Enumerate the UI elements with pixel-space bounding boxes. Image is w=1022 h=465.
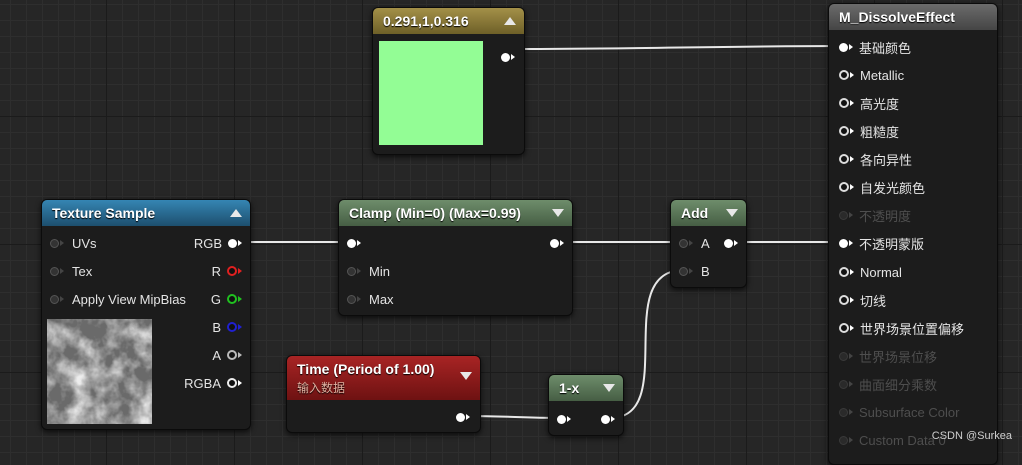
time-node-subtitle: 输入数据 bbox=[297, 381, 346, 395]
watermark: CSDN @Surkea bbox=[931, 430, 1012, 442]
constant-output-pin[interactable] bbox=[501, 47, 515, 67]
pin-label: 粗糙度 bbox=[860, 124, 900, 140]
pin-label: Tex bbox=[72, 263, 93, 279]
pin-apply-view-mipbias[interactable]: Apply View MipBias bbox=[50, 289, 186, 309]
collapse-arrow-icon[interactable] bbox=[230, 209, 242, 217]
constant3vector-node[interactable]: 0.291,1,0.316 bbox=[372, 7, 525, 155]
pin-label: A bbox=[701, 235, 710, 251]
add-node[interactable]: Add A B bbox=[670, 199, 747, 288]
pin-uvs[interactable]: UVs bbox=[50, 233, 97, 253]
input-normal[interactable]: Normal bbox=[839, 262, 902, 282]
collapse-arrow-icon[interactable] bbox=[504, 17, 516, 25]
one-minus-node-title: 1-x bbox=[559, 380, 580, 396]
pin-label: 曲面细分乘数 bbox=[859, 377, 938, 393]
time-node-header[interactable]: Time (Period of 1.00) 输入数据 bbox=[287, 356, 480, 400]
expand-arrow-icon[interactable] bbox=[726, 209, 738, 217]
color-swatch-preview bbox=[379, 41, 483, 145]
pin-max[interactable]: Max bbox=[347, 289, 394, 309]
constant-node-header[interactable]: 0.291,1,0.316 bbox=[373, 8, 524, 34]
pin-label: A bbox=[212, 347, 221, 363]
input-opacity-mask[interactable]: 不透明蒙版 bbox=[839, 233, 924, 253]
texture-sample-node[interactable]: Texture Sample UVs Tex Apply View MipBia… bbox=[41, 199, 251, 430]
add-node-title: Add bbox=[681, 205, 709, 221]
pin-b-output[interactable]: B bbox=[212, 317, 242, 337]
pin-label: Subsurface Color bbox=[859, 404, 960, 420]
pin-label: 切线 bbox=[860, 293, 887, 309]
pin-label: RGBA bbox=[184, 375, 221, 391]
pin-min[interactable]: Min bbox=[347, 261, 390, 281]
pin-label: UVs bbox=[72, 235, 97, 251]
material-node-title: M_DissolveEffect bbox=[839, 9, 955, 25]
add-pin-b[interactable]: B bbox=[679, 261, 710, 281]
material-result-node[interactable]: M_DissolveEffect 基础颜色 Metallic 高光度 粗糙度 各… bbox=[828, 3, 998, 465]
pin-a-output[interactable]: A bbox=[212, 345, 242, 365]
pin-label: Apply View MipBias bbox=[72, 291, 186, 307]
input-metallic[interactable]: Metallic bbox=[839, 65, 904, 85]
expand-arrow-icon[interactable] bbox=[603, 384, 615, 392]
pin-label: Metallic bbox=[860, 67, 905, 83]
pin-tex[interactable]: Tex bbox=[50, 261, 92, 281]
time-output-pin[interactable] bbox=[456, 407, 470, 427]
input-emissive-color[interactable]: 自发光颜色 bbox=[839, 177, 925, 197]
pin-label: Normal bbox=[860, 264, 902, 280]
pin-label: RGB bbox=[193, 235, 222, 251]
pin-g-output[interactable]: G bbox=[211, 289, 242, 309]
input-base-color[interactable]: 基础颜色 bbox=[839, 37, 911, 57]
texture-node-header[interactable]: Texture Sample bbox=[42, 200, 250, 226]
one-minus-node[interactable]: 1-x bbox=[548, 374, 624, 436]
pin-label: 不透明度 bbox=[859, 208, 912, 224]
expand-arrow-icon[interactable] bbox=[552, 209, 564, 217]
pin-label: 自发光颜色 bbox=[860, 180, 926, 196]
clamp-input-pin[interactable] bbox=[347, 233, 361, 253]
texture-preview-thumbnail bbox=[47, 319, 152, 424]
pin-label: B bbox=[701, 263, 710, 279]
pin-label: Min bbox=[369, 263, 390, 279]
time-node[interactable]: Time (Period of 1.00) 输入数据 bbox=[286, 355, 481, 433]
one-minus-node-header[interactable]: 1-x bbox=[549, 375, 623, 401]
input-anisotropy[interactable]: 各向异性 bbox=[839, 149, 912, 169]
add-node-header[interactable]: Add bbox=[671, 200, 746, 226]
clamp-node-title: Clamp (Min=0) (Max=0.99) bbox=[349, 205, 521, 221]
pin-label: 世界场景位移 bbox=[859, 349, 938, 365]
clamp-output-pin[interactable] bbox=[550, 233, 564, 253]
pin-r-output[interactable]: R bbox=[212, 261, 242, 281]
input-world-position-offset[interactable]: 世界场景位置偏移 bbox=[839, 318, 964, 338]
one-minus-input-pin[interactable] bbox=[557, 409, 571, 429]
material-node-header[interactable]: M_DissolveEffect bbox=[829, 4, 997, 30]
add-output-pin[interactable] bbox=[724, 233, 738, 253]
input-opacity: 不透明度 bbox=[839, 205, 911, 225]
input-custom-data-0: Custom Data 0 bbox=[839, 430, 946, 450]
clamp-node-header[interactable]: Clamp (Min=0) (Max=0.99) bbox=[339, 200, 572, 226]
clamp-node[interactable]: Clamp (Min=0) (Max=0.99) Min Max bbox=[338, 199, 573, 316]
pin-label: 不透明蒙版 bbox=[859, 236, 925, 252]
pin-label: Max bbox=[369, 291, 394, 307]
time-node-title: Time (Period of 1.00) bbox=[297, 361, 435, 377]
input-roughness[interactable]: 粗糙度 bbox=[839, 121, 899, 141]
pin-label: B bbox=[212, 319, 221, 335]
input-specular[interactable]: 高光度 bbox=[839, 93, 899, 113]
input-tangent[interactable]: 切线 bbox=[839, 290, 886, 310]
pin-label: 高光度 bbox=[860, 96, 900, 112]
input-world-displacement: 世界场景位移 bbox=[839, 346, 937, 366]
pin-rgba-output[interactable]: RGBA bbox=[184, 373, 242, 393]
add-pin-a[interactable]: A bbox=[679, 233, 710, 253]
constant-node-title: 0.291,1,0.316 bbox=[383, 13, 469, 29]
pin-label: G bbox=[210, 291, 221, 307]
pin-label: R bbox=[211, 263, 221, 279]
pin-label: 世界场景位置偏移 bbox=[860, 321, 965, 337]
one-minus-output-pin[interactable] bbox=[601, 409, 615, 429]
input-tessellation-multiplier: 曲面细分乘数 bbox=[839, 374, 937, 394]
pin-label: 各向异性 bbox=[860, 152, 913, 168]
pin-label: 基础颜色 bbox=[859, 40, 912, 56]
wire-constant-to-basecolor bbox=[513, 45, 846, 50]
texture-node-title: Texture Sample bbox=[52, 205, 156, 221]
expand-arrow-icon[interactable] bbox=[460, 372, 472, 380]
pin-rgb-output[interactable]: RGB bbox=[194, 233, 242, 253]
input-subsurface-color: Subsurface Color bbox=[839, 402, 959, 422]
